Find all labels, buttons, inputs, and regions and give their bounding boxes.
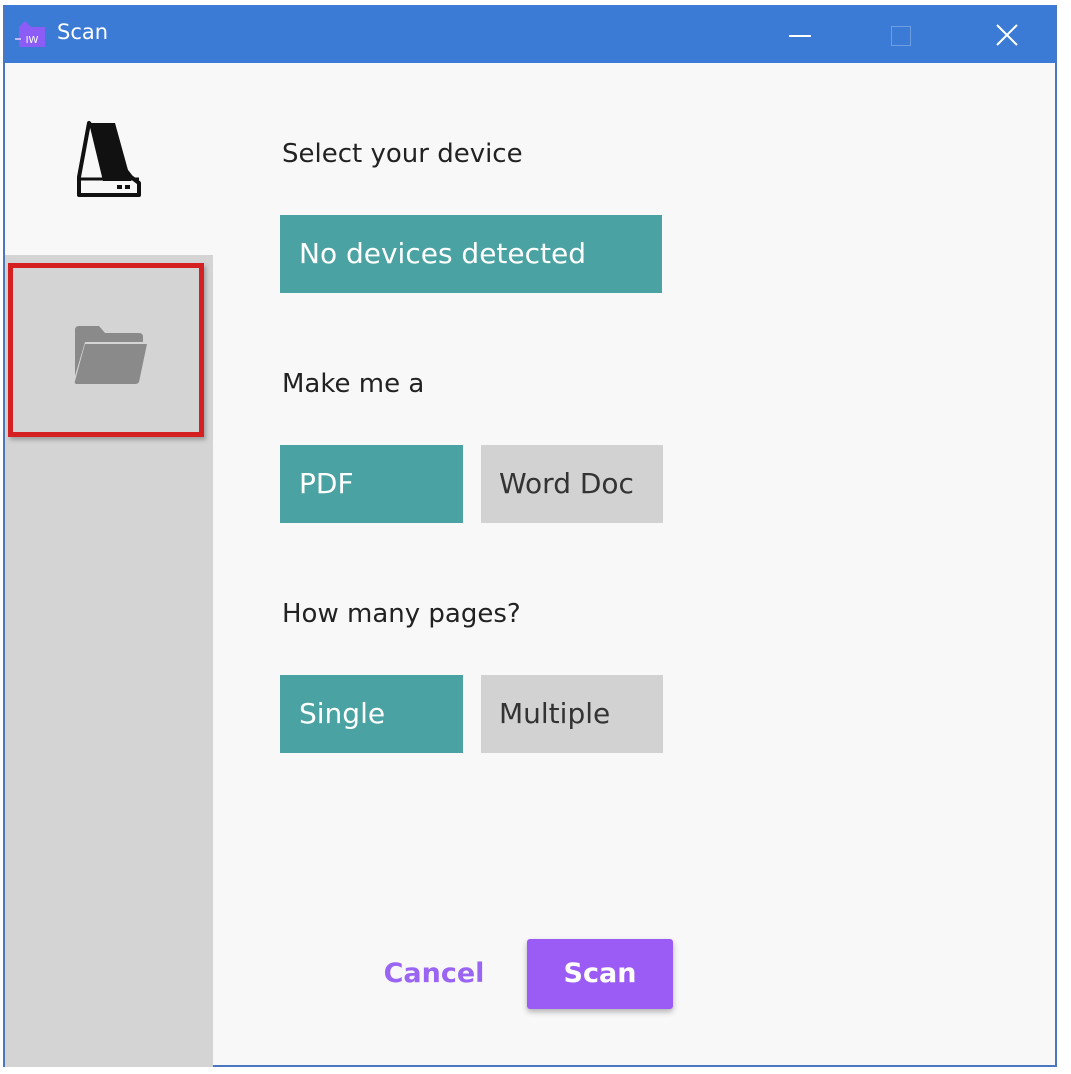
format-option-word-doc[interactable]: Word Doc [481,445,663,523]
minimize-button[interactable] [765,5,841,63]
minimize-icon [789,35,811,37]
sidebar-item-folder[interactable] [8,263,204,437]
device-label: Select your device [282,139,523,169]
sidebar [5,63,213,1067]
maximize-button[interactable] [869,5,945,63]
format-label: Make me a [282,369,425,399]
close-button[interactable] [969,5,1045,63]
scanner-icon [77,121,141,197]
scan-window: IW Scan Select your device No devices de… [3,5,1057,1067]
app-logo-icon: IW [15,21,45,47]
title-bar[interactable]: IW Scan [5,5,1055,63]
scan-options-panel: Select your device No devices detected M… [213,63,1055,1065]
sidebar-item-scanner[interactable] [5,63,213,255]
window-title: Scan [57,20,109,44]
maximize-icon [891,26,911,46]
folder-icon [74,326,147,384]
format-option-pdf[interactable]: PDF [280,445,463,523]
device-select[interactable]: No devices detected [280,215,662,293]
close-icon [996,24,1018,46]
cancel-button[interactable]: Cancel [379,939,489,1009]
pages-label: How many pages? [282,599,521,629]
scan-button[interactable]: Scan [527,939,673,1009]
pages-option-single[interactable]: Single [280,675,463,753]
app-logo-text: IW [26,35,39,46]
pages-option-multiple[interactable]: Multiple [481,675,663,753]
